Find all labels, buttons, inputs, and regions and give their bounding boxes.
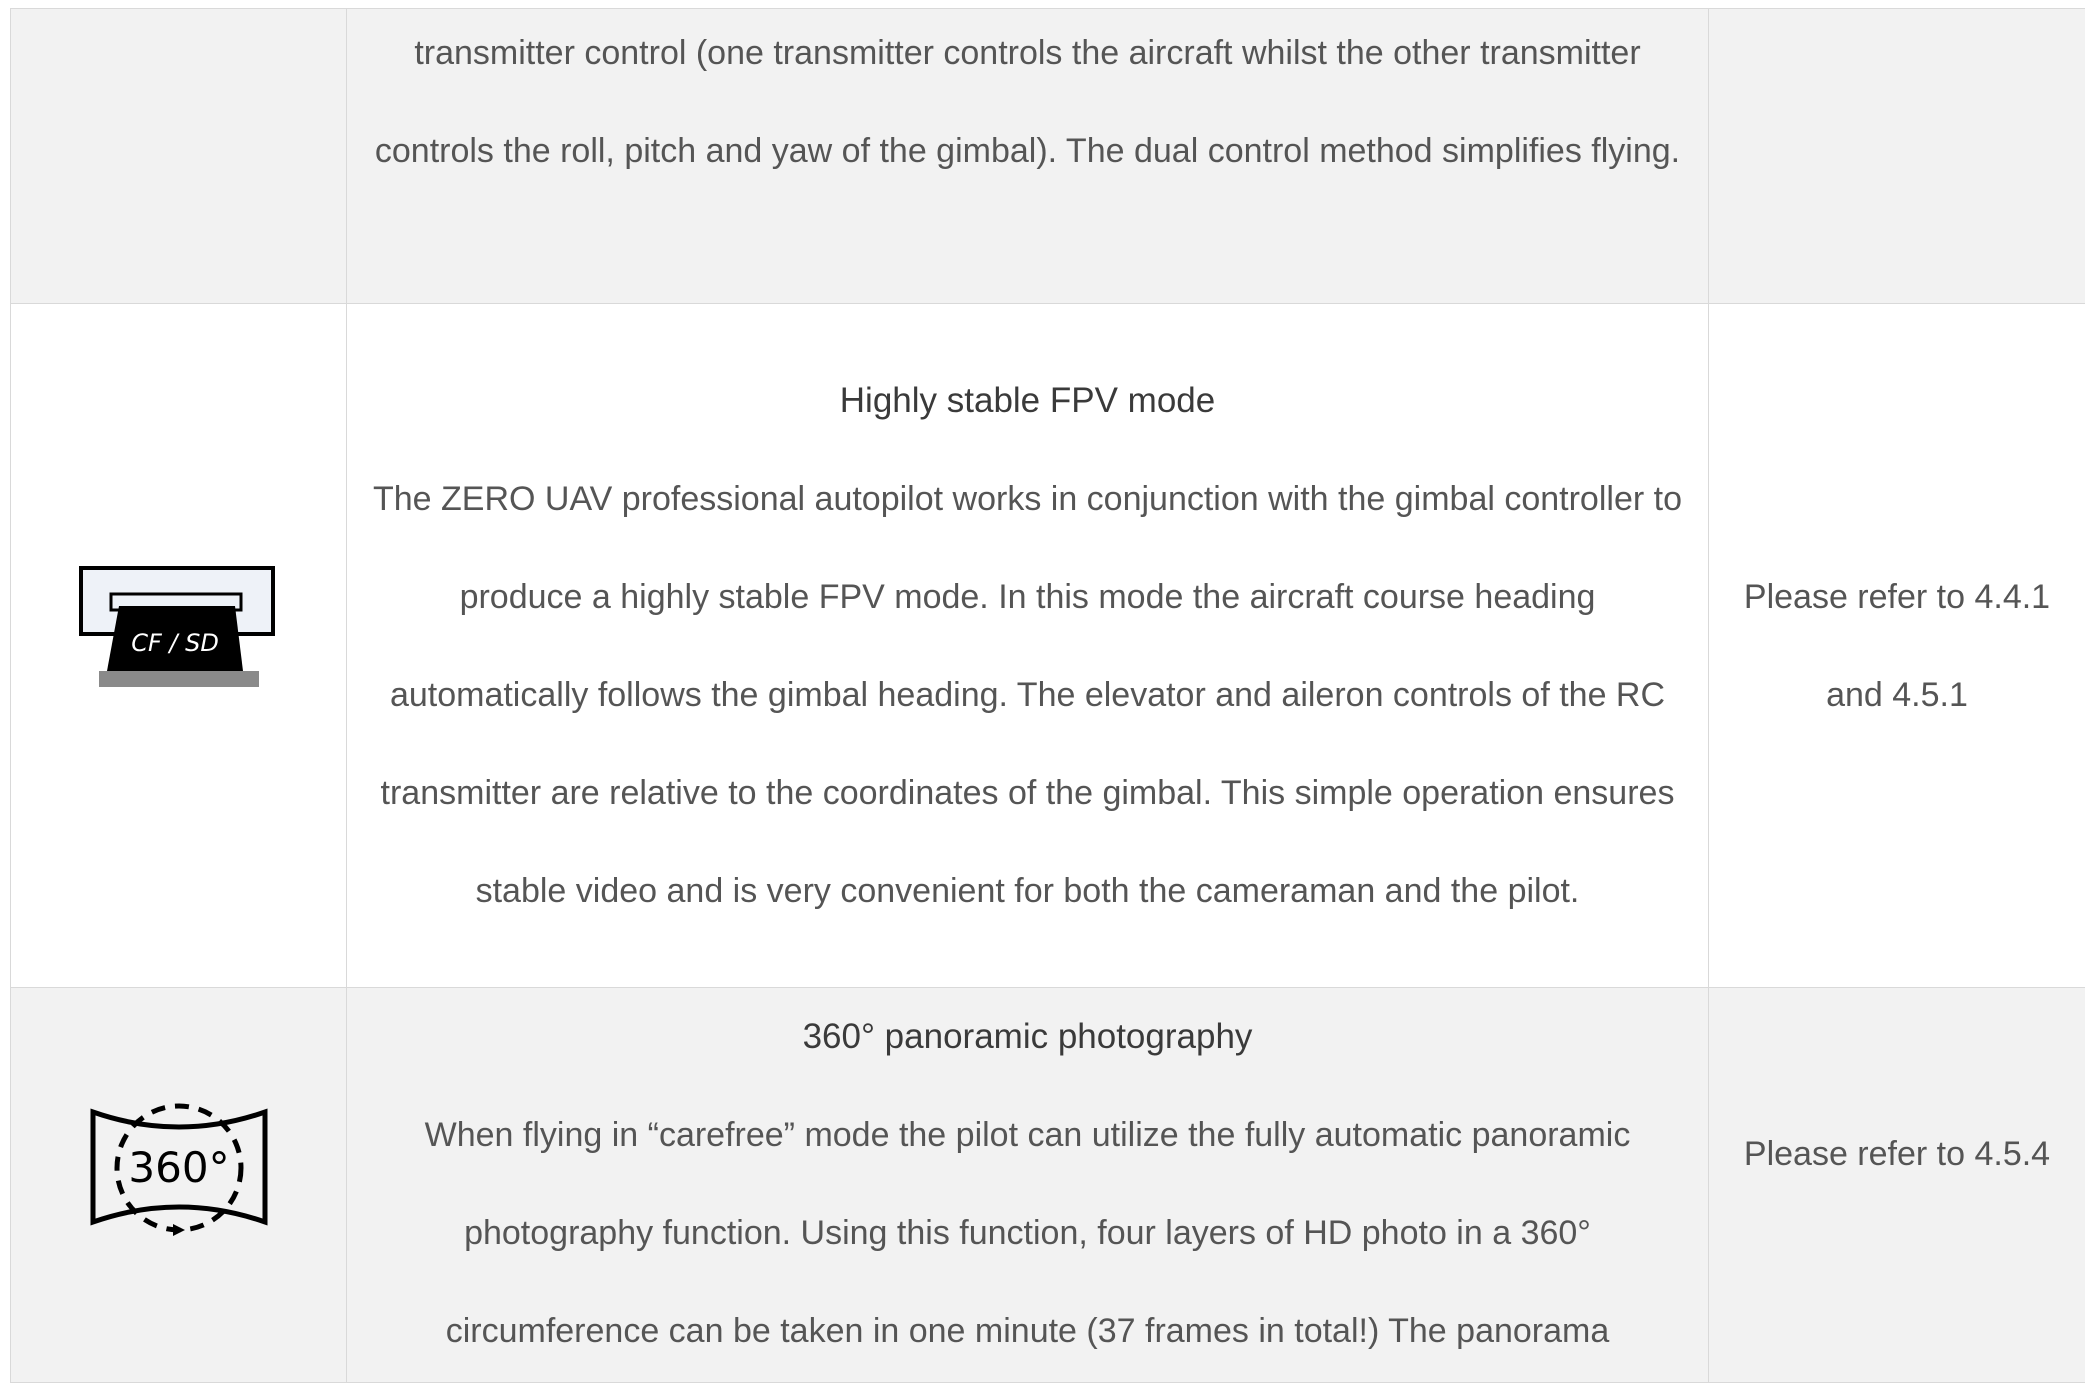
reference-cell: Please refer to 4.4.1 and 4.5.1: [1709, 304, 2085, 988]
reference-cell: [1709, 9, 2085, 304]
icon-cell: [11, 9, 347, 304]
panorama-icon-label: 360°: [128, 1143, 229, 1192]
table-row: transmitter control (one transmitter con…: [11, 9, 2085, 304]
description-cell: transmitter control (one transmitter con…: [347, 9, 1709, 304]
description-cell: Highly stable FPV mode The ZERO UAV prof…: [347, 304, 1709, 988]
table-row: 360° 360° panoramic photography When fly…: [11, 988, 2085, 1383]
cf-sd-card-icon: CF / SD: [79, 566, 279, 726]
panorama-360-icon: 360°: [89, 1092, 269, 1280]
icon-cell: CF / SD: [11, 304, 347, 988]
feature-reference: Please refer to 4.5.4: [1744, 1135, 2050, 1173]
card-icon-label: CF / SD: [131, 629, 219, 657]
feature-description: transmitter control (one transmitter con…: [363, 4, 1692, 200]
feature-description: When flying in “carefree” mode the pilot…: [363, 1086, 1692, 1380]
icon-cell: 360°: [11, 988, 347, 1383]
feature-table: transmitter control (one transmitter con…: [10, 8, 2085, 1383]
description-cell: 360° panoramic photography When flying i…: [347, 988, 1709, 1383]
table-row: CF / SD Highly stable FPV mode The ZERO …: [11, 304, 2085, 988]
reference-cell: Please refer to 4.5.4: [1709, 988, 2085, 1383]
feature-description: The ZERO UAV professional autopilot work…: [363, 450, 1692, 940]
feature-title: 360° panoramic photography: [363, 988, 1692, 1086]
feature-title: Highly stable FPV mode: [363, 352, 1692, 450]
feature-reference: Please refer to 4.4.1 and 4.5.1: [1744, 578, 2050, 714]
